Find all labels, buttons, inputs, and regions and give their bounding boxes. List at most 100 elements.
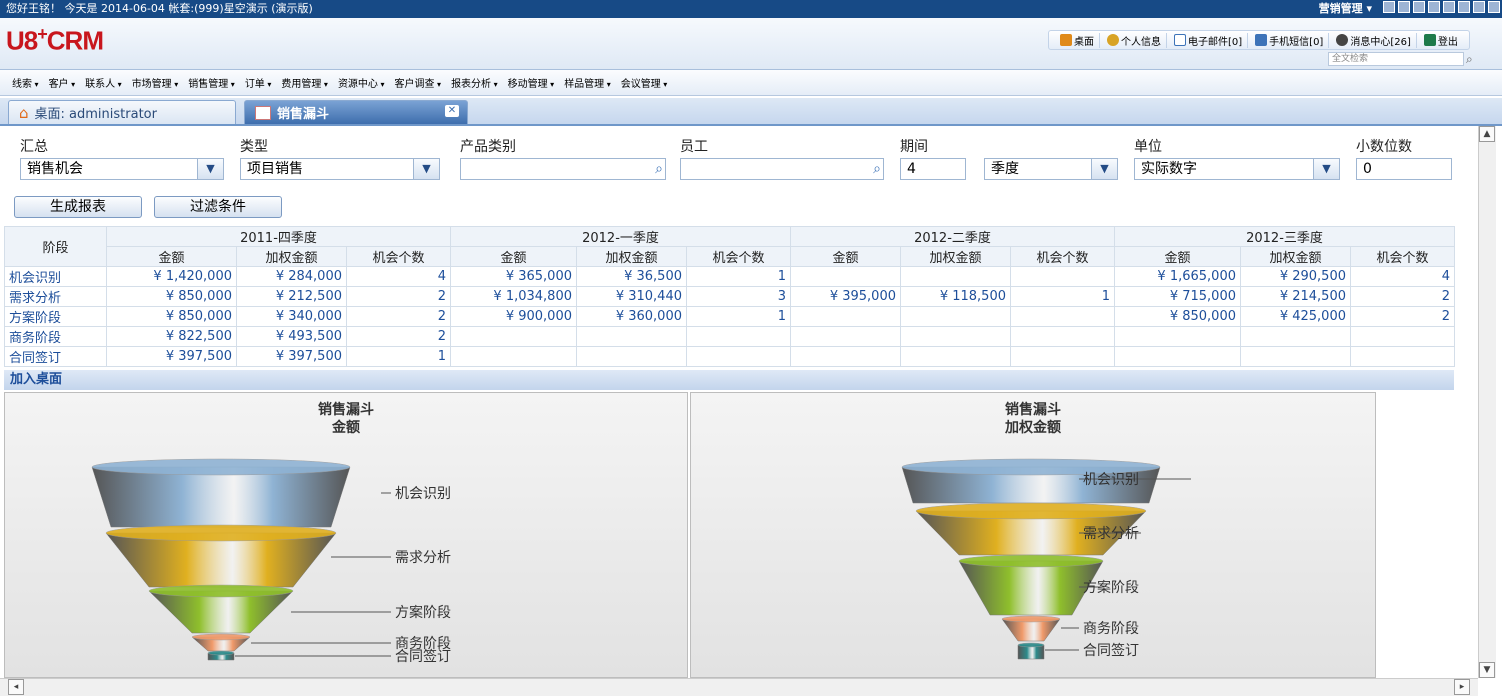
value-cell: 2: [346, 306, 451, 327]
quicklink-sms[interactable]: 手机短信[0]: [1250, 32, 1330, 48]
funnel-segment[interactable]: [1001, 618, 1061, 642]
period-unit-select[interactable]: 季度 ▼: [984, 158, 1118, 180]
value-cell: ¥ 822,500: [106, 326, 237, 347]
funnel-segment[interactable]: [958, 560, 1104, 616]
amount-header: 金额: [106, 246, 237, 267]
count-header: 机会个数: [686, 246, 791, 267]
stage-cell[interactable]: 合同签订: [4, 346, 107, 367]
weighted-amount-header: 加权金额: [576, 246, 687, 267]
table-row: 方案阶段 ¥ 850,000 ¥ 340,000 2 ¥ 900,000 ¥ 360,00…: [4, 306, 1455, 327]
value-cell: ¥ 425,000: [1240, 306, 1351, 327]
help-icon[interactable]: [1488, 1, 1500, 13]
value-cell: ¥ 212,500: [236, 286, 347, 307]
value-cell: [790, 346, 901, 367]
menu-orders[interactable]: 订单: [245, 75, 272, 90]
value-cell: [900, 346, 1011, 367]
value-cell: [1010, 346, 1115, 367]
logout-icon: [1423, 34, 1436, 46]
menu-leads[interactable]: 线索: [12, 75, 39, 90]
add-to-desktop-link[interactable]: 加入桌面: [4, 370, 1454, 390]
unit-select[interactable]: 实际数字 ▼: [1134, 158, 1340, 180]
staff-input[interactable]: ⌕: [680, 158, 884, 180]
menu-expenses[interactable]: 费用管理: [281, 75, 328, 90]
menu-meetings[interactable]: 会议管理: [621, 75, 668, 90]
font-size-large-icon[interactable]: [1473, 1, 1485, 13]
value-cell: 3: [686, 286, 791, 307]
period-count-input[interactable]: 4: [900, 158, 966, 180]
theme-swatch-1-icon[interactable]: [1383, 1, 1395, 13]
module-selector[interactable]: 营销管理 ▾: [1319, 0, 1372, 18]
font-size-small-icon[interactable]: [1443, 1, 1455, 13]
stage-cell[interactable]: 方案阶段: [4, 306, 107, 327]
scroll-left-icon[interactable]: ◂: [8, 679, 24, 695]
chevron-down-icon[interactable]: ▼: [197, 159, 223, 179]
funnel-segment[interactable]: [91, 466, 351, 528]
stage-cell[interactable]: 需求分析: [4, 286, 107, 307]
quicklink-messages[interactable]: 消息中心[26]: [1331, 32, 1417, 48]
chevron-down-icon[interactable]: ▼: [413, 159, 439, 179]
funnel-segment-top: [915, 502, 1147, 520]
filter-conditions-button[interactable]: 过滤条件: [154, 196, 282, 218]
decimals-input[interactable]: 0: [1356, 158, 1452, 180]
decimals-label: 小数位数: [1356, 139, 1412, 155]
funnel-label: 需求分析: [395, 550, 451, 566]
funnel-segment[interactable]: [148, 590, 294, 634]
font-size-medium-icon[interactable]: [1458, 1, 1470, 13]
menu-sales[interactable]: 销售管理: [188, 75, 235, 90]
menu-customers[interactable]: 客户: [49, 75, 76, 90]
vertical-scrollbar[interactable]: ▲ ▼: [1478, 126, 1496, 678]
quicklink-email[interactable]: 电子邮件[0]: [1169, 32, 1249, 48]
theme-swatch-3-icon[interactable]: [1413, 1, 1425, 13]
menu-mobile[interactable]: 移动管理: [508, 75, 555, 90]
period-header: 2012-二季度: [790, 226, 1115, 247]
stage-cell[interactable]: 机会识别: [4, 266, 107, 287]
value-cell: ¥ 397,500: [106, 346, 237, 367]
type-select[interactable]: 项目销售 ▼: [240, 158, 440, 180]
table-row: 需求分析 ¥ 850,000 ¥ 212,500 2 ¥ 1,034,800 ¥ 310,…: [4, 286, 1455, 307]
search-icon[interactable]: ⌕: [1466, 52, 1473, 67]
weighted-amount-header: 加权金额: [900, 246, 1011, 267]
funnel-segment-top: [105, 524, 337, 542]
menu-surveys[interactable]: 客户调查: [395, 75, 442, 90]
generate-report-button[interactable]: 生成报表: [14, 196, 142, 218]
scroll-down-icon[interactable]: ▼: [1479, 662, 1495, 678]
horizontal-scrollbar[interactable]: ◂ ▸: [0, 678, 1478, 696]
funnel-table: 阶段 2011-四季度 2012-一季度 2012-二季度 2012-三季度 金…: [4, 226, 1455, 367]
search-icon[interactable]: ⌕: [655, 159, 663, 179]
tab-sales-funnel[interactable]: 销售漏斗 ✕: [244, 100, 468, 124]
value-cell: ¥ 360,000: [576, 306, 687, 327]
menu-samples[interactable]: 样品管理: [564, 75, 611, 90]
quicklink-desktop[interactable]: 桌面: [1055, 32, 1100, 48]
quicklink-logout[interactable]: 登出: [1419, 33, 1463, 48]
value-cell: [900, 306, 1011, 327]
search-icon[interactable]: ⌕: [873, 159, 881, 179]
funnel-label: 商务阶段: [1083, 621, 1139, 637]
quick-links: 桌面 个人信息 电子邮件[0] 手机短信[0] 消息中心[26] 登出: [1048, 30, 1470, 50]
product-category-input[interactable]: ⌕: [460, 158, 666, 180]
menu-contacts[interactable]: 联系人: [85, 75, 122, 90]
value-cell: [1010, 326, 1115, 347]
theme-swatch-4-icon[interactable]: [1428, 1, 1440, 13]
app-logo: U8+CRM: [6, 24, 104, 56]
value-cell: 2: [1350, 306, 1455, 327]
funnel-segment-top: [958, 554, 1104, 568]
tab-desktop[interactable]: ⌂ 桌面: administrator: [8, 100, 236, 124]
value-cell: [1114, 326, 1241, 347]
summary-label: 汇总: [20, 139, 48, 155]
theme-swatch-2-icon[interactable]: [1398, 1, 1410, 13]
fulltext-search-input[interactable]: 全文检索: [1328, 52, 1464, 66]
quicklink-profile[interactable]: 个人信息: [1102, 32, 1167, 48]
menu-resources[interactable]: 资源中心: [338, 75, 385, 90]
chevron-down-icon[interactable]: ▼: [1091, 159, 1117, 179]
mail-icon: [1174, 34, 1186, 46]
chevron-down-icon[interactable]: ▼: [1313, 159, 1339, 179]
close-tab-icon[interactable]: ✕: [445, 105, 459, 117]
menu-marketing[interactable]: 市场管理: [132, 75, 179, 90]
scroll-up-icon[interactable]: ▲: [1479, 126, 1495, 142]
value-cell: [900, 326, 1011, 347]
menu-reports[interactable]: 报表分析: [451, 75, 498, 90]
stage-cell[interactable]: 商务阶段: [4, 326, 107, 347]
funnel-svg: 机会识别需求分析方案阶段商务阶段合同签订: [901, 458, 1191, 660]
scroll-right-icon[interactable]: ▸: [1454, 679, 1470, 695]
summary-select[interactable]: 销售机会 ▼: [20, 158, 224, 180]
